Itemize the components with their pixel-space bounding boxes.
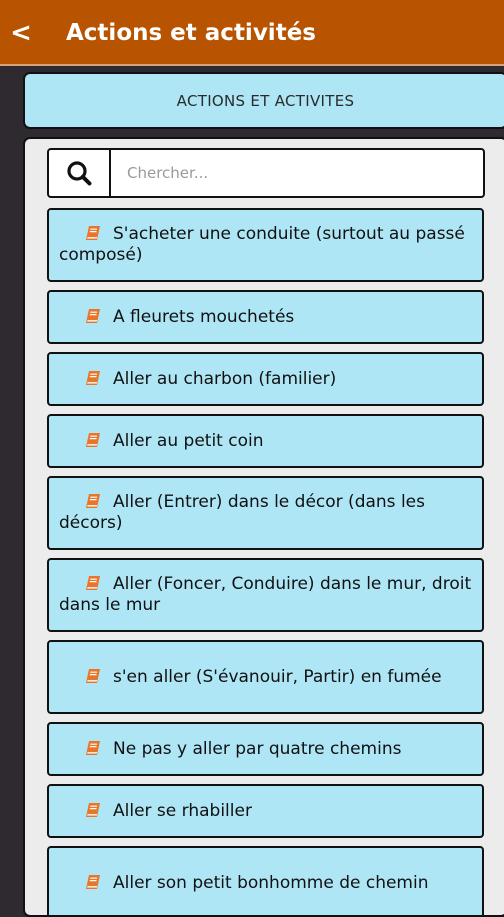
list-item[interactable]: Aller au petit coin: [47, 414, 484, 468]
list-item[interactable]: A fleurets mouchetés: [47, 290, 484, 344]
book-icon: [86, 226, 100, 240]
list-item-label: Aller (Foncer, Conduire) dans le mur, dr…: [59, 574, 472, 615]
search-bar: [47, 148, 485, 198]
section-header: ACTIONS ET ACTIVITES: [23, 72, 504, 129]
list-item-label: Aller son petit bonhomme de chemin: [113, 872, 429, 893]
book-icon: [86, 370, 100, 385]
book-icon: [86, 576, 100, 590]
list-item-label: S'acheter une conduite (surtout au passé…: [59, 224, 465, 265]
list-item-label: Aller se rhabiller: [113, 800, 252, 821]
book-icon: [86, 432, 100, 447]
list-item-label: Aller au charbon (familier): [113, 368, 337, 389]
list-item[interactable]: Aller au charbon (familier): [47, 352, 484, 406]
book-icon: [86, 308, 100, 323]
book-icon: [86, 874, 100, 889]
list-item-label: s'en aller (S'évanouir, Partir) en fumée: [113, 666, 442, 687]
list-item-label: Aller au petit coin: [113, 430, 264, 451]
search-icon: [67, 161, 92, 186]
section-title: ACTIONS ET ACTIVITES: [176, 91, 355, 110]
book-icon: [86, 494, 100, 508]
list-item-label: Ne pas y aller par quatre chemins: [113, 738, 402, 759]
page-title: Actions et activités: [66, 20, 316, 46]
book-icon: [86, 668, 100, 683]
list-item-label: A fleurets mouchetés: [113, 306, 295, 327]
list-panel: S'acheter une conduite (surtout au passé…: [23, 137, 504, 917]
search-button[interactable]: [49, 150, 111, 196]
list-item-label: Aller (Entrer) dans le décor (dans les d…: [59, 492, 425, 533]
back-button[interactable]: <: [6, 16, 36, 50]
list-item[interactable]: Aller se rhabiller: [47, 784, 484, 838]
list-item[interactable]: s'en aller (S'évanouir, Partir) en fumée: [47, 640, 484, 714]
search-input[interactable]: [111, 150, 483, 196]
list-item[interactable]: Aller (Entrer) dans le décor (dans les d…: [47, 476, 484, 550]
list-item[interactable]: Aller (Foncer, Conduire) dans le mur, dr…: [47, 558, 484, 632]
list-item[interactable]: Aller son petit bonhomme de chemin: [47, 846, 484, 915]
app-bar: < Actions et activités: [0, 0, 504, 66]
list-item[interactable]: S'acheter une conduite (surtout au passé…: [47, 208, 484, 282]
list-item[interactable]: Ne pas y aller par quatre chemins: [47, 722, 484, 776]
left-strip: [0, 66, 22, 908]
book-icon: [86, 802, 100, 817]
book-icon: [86, 740, 100, 755]
